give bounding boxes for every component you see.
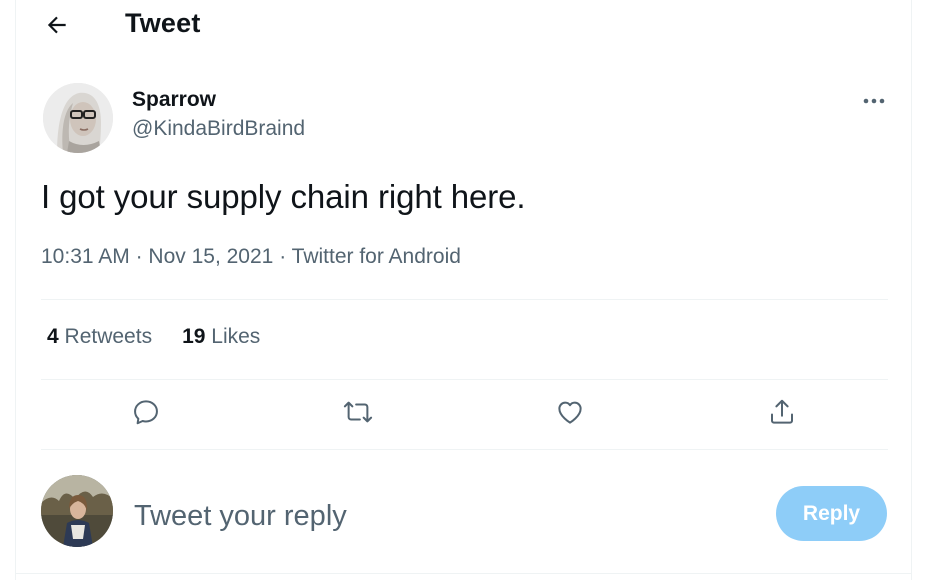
retweet-icon — [343, 401, 373, 423]
tweet-meta: 10:31 AM · Nov 15, 2021 · Twitter for An… — [41, 245, 461, 269]
like-action-button[interactable] — [553, 395, 587, 429]
avatar-image — [41, 475, 113, 547]
meta-separator: · — [135, 245, 143, 268]
tweet-text: I got your supply chain right here. — [41, 178, 526, 215]
avatar-image — [43, 83, 113, 153]
reply-input[interactable] — [134, 494, 754, 538]
more-options-button[interactable] — [859, 91, 889, 111]
tweet-date[interactable]: Nov 15, 2021 — [148, 245, 273, 268]
divider — [41, 299, 888, 300]
likes-stat[interactable]: 19 Likes — [182, 325, 260, 349]
likes-label: Likes — [211, 325, 261, 348]
tweet-time[interactable]: 10:31 AM — [41, 245, 130, 268]
comment-icon — [134, 400, 158, 425]
share-icon — [771, 399, 793, 424]
tweet-page: Tweet Sparrow @KindaBirdBraind I got you… — [0, 0, 944, 582]
back-button[interactable] — [41, 9, 73, 41]
author-avatar[interactable] — [43, 83, 113, 153]
share-action-button[interactable] — [765, 395, 799, 429]
retweets-count: 4 — [47, 325, 59, 348]
author-handle[interactable]: @KindaBirdBraind — [132, 117, 305, 141]
more-horizontal-icon — [863, 98, 885, 104]
divider — [41, 449, 888, 450]
retweets-label: Retweets — [64, 325, 153, 348]
header: Tweet — [16, 0, 911, 49]
user-avatar[interactable] — [41, 475, 113, 547]
heart-icon — [558, 401, 582, 424]
reply-action-button[interactable] — [129, 395, 163, 429]
author-name[interactable]: Sparrow — [132, 88, 216, 112]
tweet-actions — [41, 387, 888, 437]
tweet-stats: 4 Retweets 19 Likes — [47, 325, 260, 349]
likes-count: 19 — [182, 325, 206, 348]
divider — [41, 379, 888, 380]
arrow-left-icon — [47, 16, 66, 34]
tweet-source[interactable]: Twitter for Android — [292, 245, 461, 268]
retweets-stat[interactable]: 4 Retweets — [47, 325, 152, 349]
page-title: Tweet — [125, 8, 201, 38]
meta-separator: · — [279, 245, 287, 268]
retweet-action-button[interactable] — [341, 395, 375, 429]
divider — [16, 573, 911, 574]
tweet-column: Tweet Sparrow @KindaBirdBraind I got you… — [15, 0, 912, 580]
reply-button[interactable]: Reply — [776, 486, 887, 541]
